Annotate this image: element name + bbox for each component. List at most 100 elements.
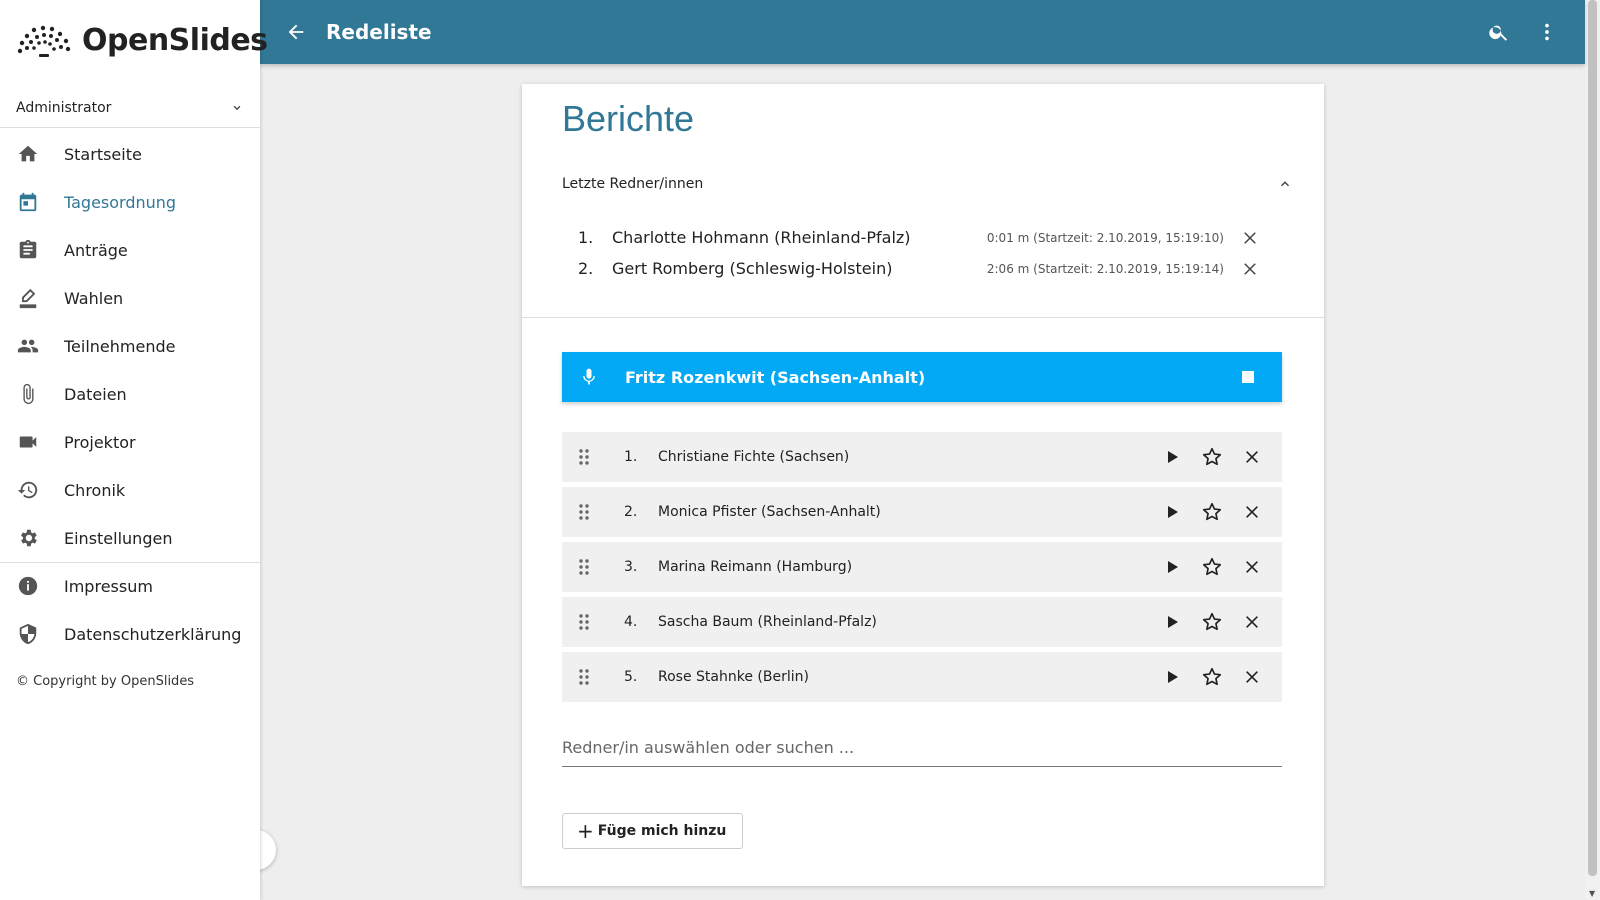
chevron-up-icon <box>1281 181 1289 187</box>
sidebar-item-startseite[interactable]: Startseite <box>0 130 260 178</box>
drag-handle-icon[interactable] <box>572 613 596 631</box>
current-speaker-name: Fritz Rozenkwit (Sachsen-Anhalt) <box>625 367 926 387</box>
last-speakers-label: Letzte Redner/innen <box>562 176 704 192</box>
sidebar-item-label: Dateien <box>64 384 127 404</box>
star-outline-icon <box>1202 612 1222 631</box>
user-menu[interactable]: Administrator <box>0 88 260 128</box>
shield-icon <box>16 622 40 646</box>
sidebar-item-label: Chronik <box>64 480 126 500</box>
sidebar-item-tagesordnung[interactable]: Tagesordnung <box>0 178 260 226</box>
scroll-down-icon[interactable]: ▼ <box>1589 889 1595 898</box>
queue-number: 5. <box>624 669 638 685</box>
mark-speaker-button[interactable] <box>1192 437 1232 477</box>
speaker-search-input[interactable] <box>562 732 1282 762</box>
waiting-speakers-list: 1. Christiane Fichte (Sachsen) 2. Monica… <box>562 432 1282 707</box>
close-icon <box>1246 671 1258 683</box>
add-me-button[interactable]: + Füge mich hinzu <box>562 813 744 849</box>
start-speech-button[interactable] <box>1152 492 1192 532</box>
remove-speaker-button[interactable] <box>1232 657 1272 697</box>
table-row: 2. Monica Pfister (Sachsen-Anhalt) <box>562 487 1282 537</box>
brand-name: OpenSlides <box>82 22 268 58</box>
start-speech-button[interactable] <box>1152 437 1192 477</box>
plus-icon: + <box>577 819 594 843</box>
drag-handle-icon[interactable] <box>572 668 596 686</box>
sidebar-item-teilnehmende[interactable]: Teilnehmende <box>0 322 260 370</box>
sidebar-item-datenschutz[interactable]: Datenschutzerklärung <box>0 610 260 658</box>
more-menu-button[interactable] <box>1527 12 1567 52</box>
queue-number: 1. <box>624 449 638 465</box>
table-row: 3. Marina Reimann (Hamburg) <box>562 542 1282 592</box>
close-icon <box>1246 451 1258 463</box>
openslides-logo[interactable]: OpenSlides <box>16 18 268 62</box>
sidebar-item-label: Startseite <box>64 144 142 164</box>
sidebar-item-label: Wahlen <box>64 288 124 308</box>
queue-speaker-name: Monica Pfister (Sachsen-Anhalt) <box>658 504 881 520</box>
close-icon <box>1246 561 1258 573</box>
chevron-down-icon <box>233 105 241 110</box>
speaker-search-field <box>562 732 1282 767</box>
search-icon <box>1489 25 1508 41</box>
gear-icon <box>16 526 40 550</box>
sidebar-item-dateien[interactable]: Dateien <box>0 370 260 418</box>
start-speech-button[interactable] <box>1152 547 1192 587</box>
last-speakers-header[interactable]: Letzte Redner/innen <box>562 176 1292 192</box>
remove-speaker-button[interactable] <box>1232 602 1272 642</box>
mark-speaker-button[interactable] <box>1192 547 1232 587</box>
sidebar-item-label: Impressum <box>64 576 153 596</box>
remove-speaker-button[interactable] <box>1238 260 1262 278</box>
agenda-item-title: Berichte <box>562 98 695 139</box>
speaker-time: 2:06 m (Startzeit: 2.10.2019, 15:19:14) <box>986 261 1224 276</box>
remove-speaker-button[interactable] <box>1232 492 1272 532</box>
drag-handle-icon[interactable] <box>572 503 596 521</box>
mark-speaker-button[interactable] <box>1192 492 1232 532</box>
speaker-time: 0:01 m (Startzeit: 2.10.2019, 15:19:10) <box>986 230 1224 245</box>
sidebar-item-impressum[interactable]: Impressum <box>0 562 260 610</box>
mark-speaker-button[interactable] <box>1192 657 1232 697</box>
queue-speaker-name: Rose Stahnke (Berlin) <box>658 669 809 685</box>
sidebar-item-projektor[interactable]: Projektor <box>0 418 260 466</box>
close-icon <box>1246 616 1258 628</box>
close-icon <box>1246 506 1258 518</box>
queue-speaker-name: Marina Reimann (Hamburg) <box>658 559 853 575</box>
star-outline-icon <box>1202 557 1222 576</box>
queue-speaker-name: Christiane Fichte (Sachsen) <box>658 449 850 465</box>
mark-speaker-button[interactable] <box>1192 602 1232 642</box>
remove-speaker-button[interactable] <box>1232 547 1272 587</box>
sidebar-item-chronik[interactable]: Chronik <box>0 466 260 514</box>
remove-speaker-button[interactable] <box>1232 437 1272 477</box>
videocam-icon <box>16 430 40 454</box>
sidebar-item-einstellungen[interactable]: Einstellungen <box>0 514 260 562</box>
star-outline-icon <box>1202 502 1222 521</box>
speaker-list-card: Berichte Letzte Redner/innen 1. Charlott… <box>522 84 1324 886</box>
page-scrollbar[interactable]: ▼ <box>1585 0 1600 900</box>
remove-speaker-button[interactable] <box>1238 229 1262 247</box>
sidebar-item-antraege[interactable]: Anträge <box>0 226 260 274</box>
ballot-icon <box>16 286 40 310</box>
scrollbar-thumb[interactable] <box>1588 0 1597 876</box>
drag-handle-icon[interactable] <box>572 448 596 466</box>
start-speech-button[interactable] <box>1152 602 1192 642</box>
queue-number: 3. <box>624 559 638 575</box>
arrow-back-icon <box>288 24 304 40</box>
play-icon <box>1168 506 1178 518</box>
top-app-bar: Redeliste <box>260 0 1585 64</box>
logo-icon <box>17 25 71 57</box>
copyright-text: © Copyright by OpenSlides <box>16 674 195 689</box>
speaker-number: 1. <box>578 228 594 247</box>
search-button[interactable] <box>1479 12 1519 52</box>
stop-speech-button[interactable] <box>1242 371 1254 383</box>
queue-number: 4. <box>624 614 638 630</box>
sidebar-item-label: Tagesordnung <box>64 192 177 212</box>
back-button[interactable] <box>276 12 316 52</box>
current-speaker-bar: Fritz Rozenkwit (Sachsen-Anhalt) <box>562 352 1282 402</box>
clipboard-icon <box>16 238 40 262</box>
start-speech-button[interactable] <box>1152 657 1192 697</box>
section-divider <box>522 317 1324 318</box>
list-item: 1. Charlotte Hohmann (Rheinland-Pfalz) 0… <box>562 222 1262 253</box>
table-row: 4. Sascha Baum (Rheinland-Pfalz) <box>562 597 1282 647</box>
sidebar-item-wahlen[interactable]: Wahlen <box>0 274 260 322</box>
drag-handle-icon[interactable] <box>572 558 596 576</box>
sidebar-legal-nav: Impressum Datenschutzerklärung <box>0 562 260 658</box>
list-item: 2. Gert Romberg (Schleswig-Holstein) 2:0… <box>562 253 1262 284</box>
sidebar-item-label: Anträge <box>64 240 128 260</box>
